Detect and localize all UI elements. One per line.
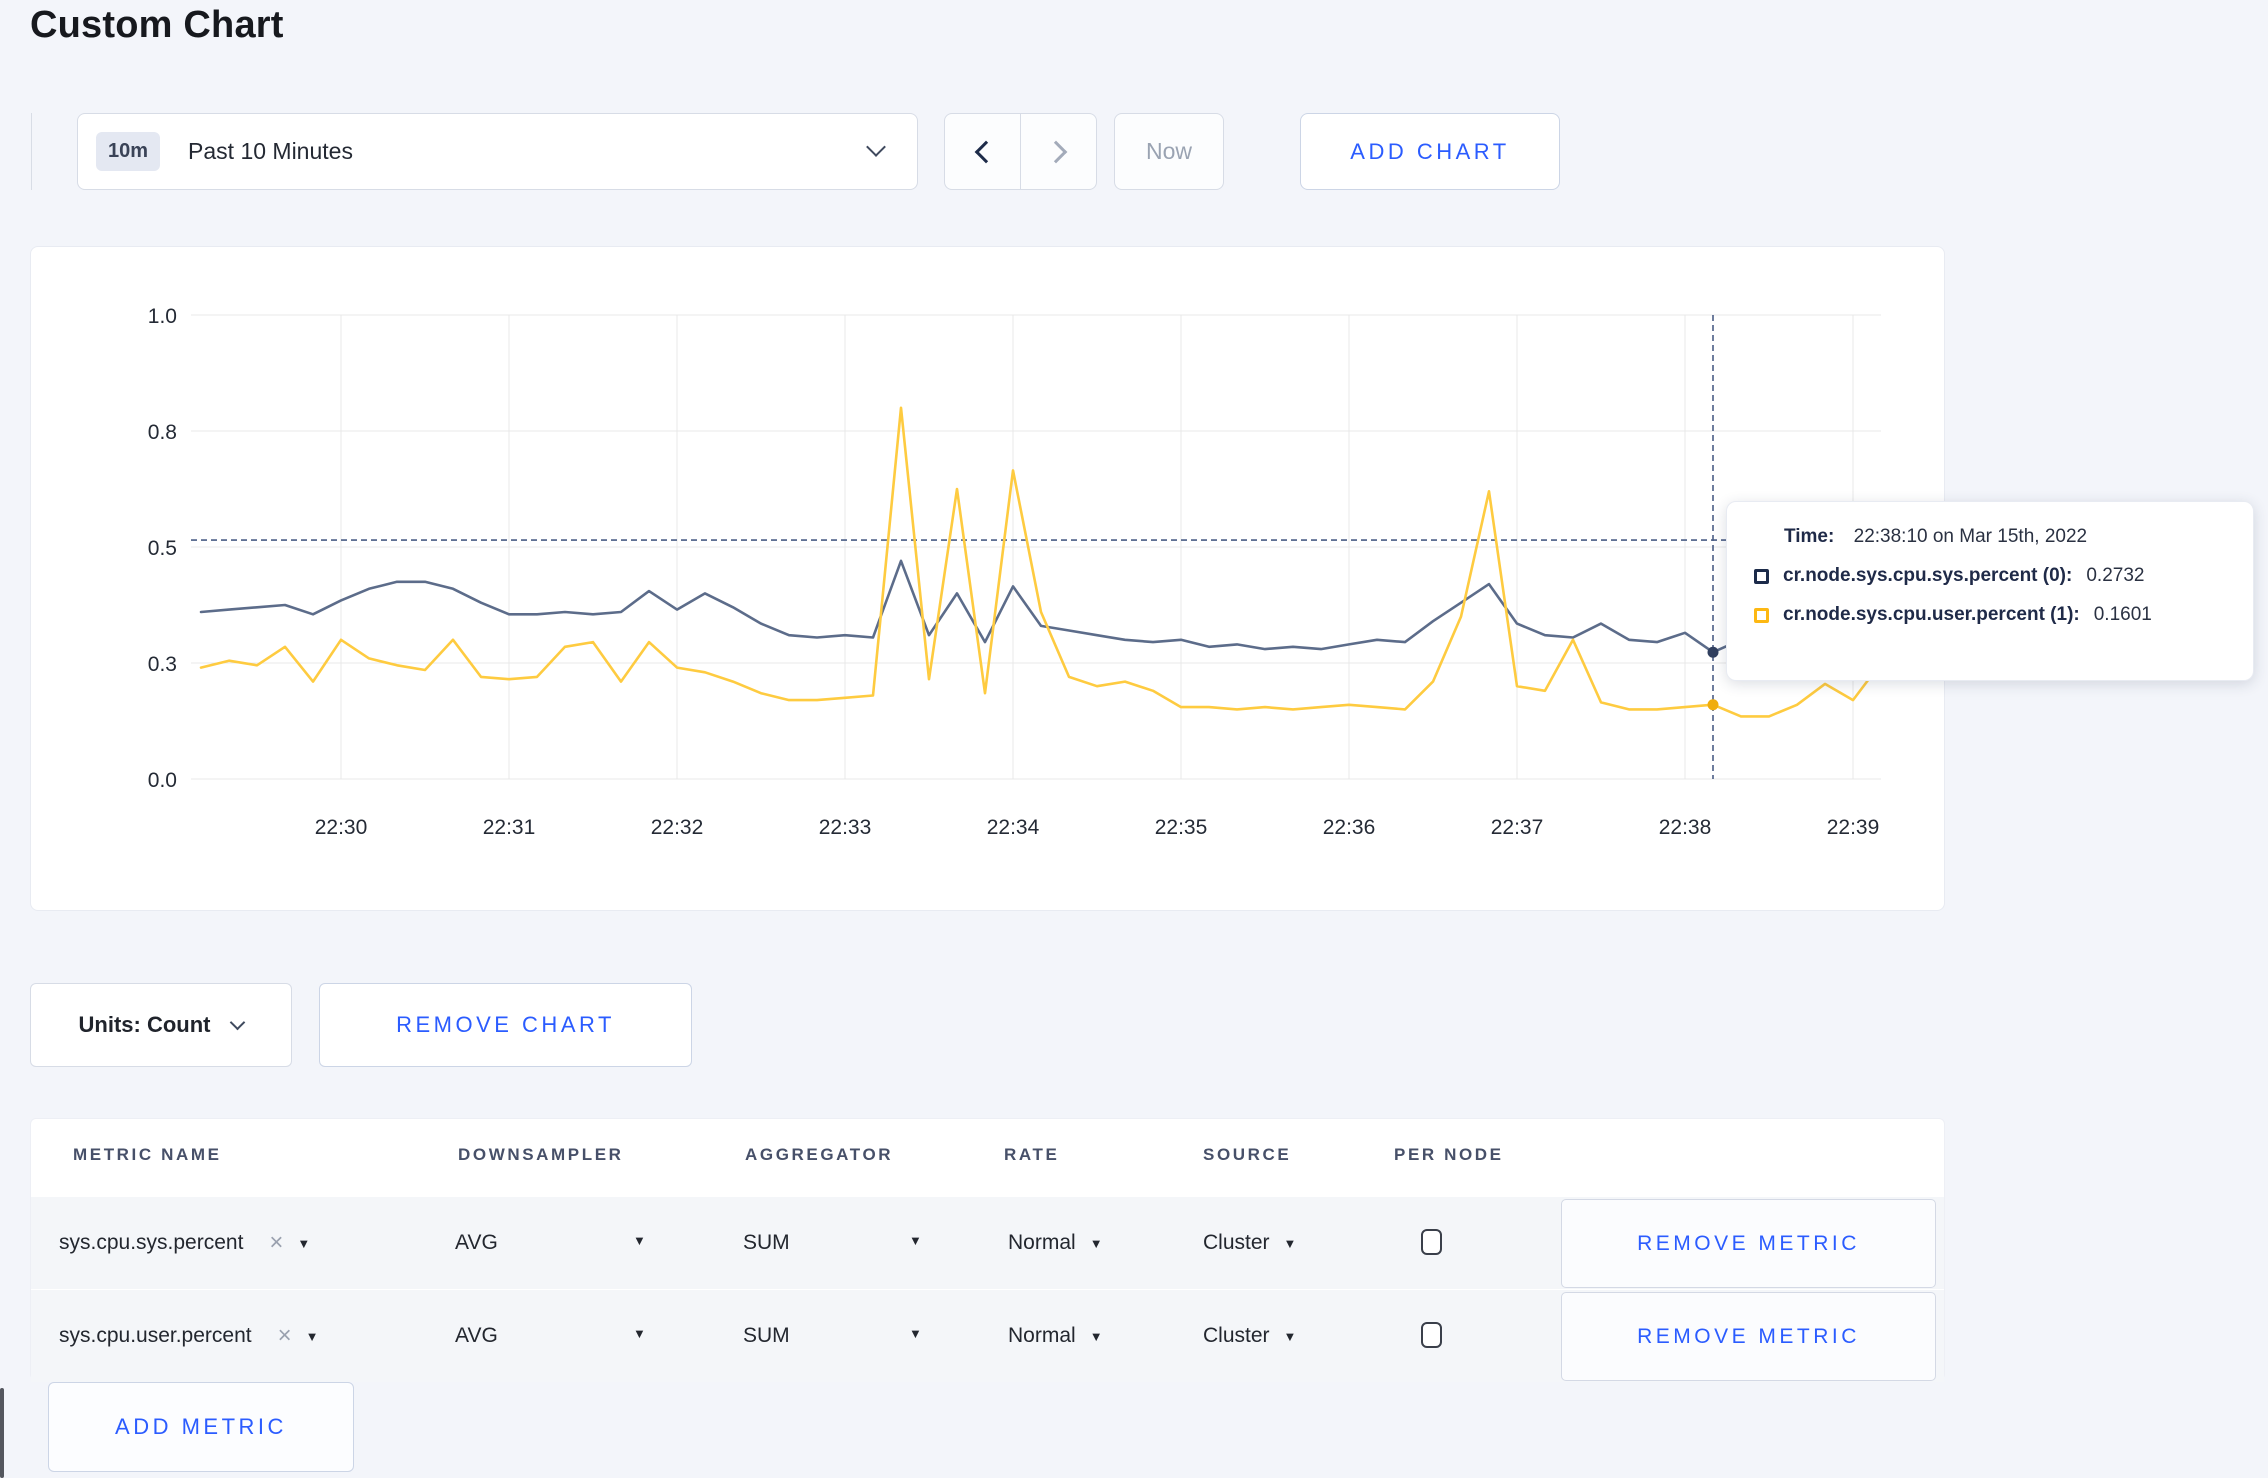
col-header-aggregator: AGGREGATOR [745,1145,894,1164]
remove-metric-button[interactable]: REMOVE METRIC [1561,1292,1936,1381]
rate-value: Normal [1008,1324,1076,1347]
rate-value: Normal [1008,1231,1076,1254]
chevron-down-icon [866,137,886,157]
series-line-cr.node.sys.cpu.user.percent [199,406,1883,718]
crosshair-dot [1707,699,1719,711]
series-user-swatch-icon [1754,607,1769,623]
units-label: Units: Count [78,1012,211,1037]
caret-down-icon[interactable]: ▼ [909,1326,922,1341]
x-tick-label: 22:34 [987,816,1040,839]
add-chart-button[interactable]: ADD CHART [1300,113,1560,190]
clear-metric-icon[interactable]: × [278,1322,292,1350]
x-tick-label: 22:36 [1323,816,1376,839]
clear-metric-icon[interactable]: × [269,1229,283,1257]
crosshair-dot [1707,646,1719,658]
chart-card: 0.0 0.3 0.5 0.8 1.0 22:30 22:31 22:32 22:33 22:34… [30,246,2254,912]
rate-dropdown[interactable]: Normal ▼ [1008,1290,1103,1382]
time-range-badge: 10m [96,132,161,171]
series-sys-swatch-icon [1754,568,1769,584]
remove-chart-button[interactable]: REMOVE CHART [319,983,692,1067]
col-header-per-node: PER NODE [1394,1145,1504,1164]
metric-row: sys.cpu.sys.percent × ▼ AVG ▼ SUM ▼ Norm… [31,1197,1944,1289]
caret-down-icon: ▼ [305,1328,319,1344]
tooltip-series-row: cr.node.sys.cpu.sys.percent (0): 0.2732 [1754,565,2253,587]
col-header-source: SOURCE [1203,1145,1292,1164]
time-range-select[interactable]: 10m Past 10 Minutes [77,113,918,190]
tooltip-series-user-label: cr.node.sys.cpu.user.percent (1): [1783,604,2080,625]
y-tick-label: 0.3 [148,653,177,676]
source-dropdown[interactable]: Cluster ▼ [1203,1290,1296,1382]
downsampler-value: AVG [455,1324,498,1347]
metric-name-dropdown[interactable]: sys.cpu.user.percent × ▼ [59,1290,319,1382]
now-button[interactable]: Now [1114,113,1224,190]
x-tick-label: 22:33 [819,816,872,839]
downsampler-value: AVG [455,1231,498,1254]
chevron-right-icon [1044,140,1067,163]
col-header-rate: RATE [1004,1145,1060,1164]
downsampler-dropdown[interactable]: AVG [455,1290,498,1382]
caret-down-icon: ▼ [1283,1328,1297,1344]
y-tick-label: 0.8 [148,421,177,444]
metrics-table-header: METRIC NAME DOWNSAMPLER AGGREGATOR RATE … [31,1119,1944,1197]
x-tick-label: 22:39 [1827,816,1880,839]
tooltip-series-sys-value: 0.2732 [2086,565,2145,586]
metric-name-value: sys.cpu.user.percent [59,1324,252,1347]
metric-row: sys.cpu.user.percent × ▼ AVG ▼ SUM ▼ Nor… [31,1290,1944,1382]
col-header-downsampler: DOWNSAMPLER [458,1145,624,1164]
units-select[interactable]: Units: Count [30,983,292,1067]
tooltip-series-row: cr.node.sys.cpu.user.percent (1): 0.1601 [1754,604,2253,626]
tooltip-time-label: Time: [1784,526,1835,547]
aggregator-dropdown[interactable]: SUM [743,1290,790,1382]
x-tick-label: 22:30 [315,816,368,839]
time-nav-group [944,113,1097,190]
caret-down-icon[interactable]: ▼ [633,1326,646,1341]
tooltip-time-value: 22:38:10 on Mar 15th, 2022 [1853,526,2088,547]
rate-dropdown[interactable]: Normal ▼ [1008,1197,1103,1289]
next-time-button[interactable] [1021,114,1096,189]
x-tick-label: 22:37 [1491,816,1544,839]
y-tick-label: 1.0 [148,305,177,328]
per-node-checkbox[interactable] [1421,1322,1442,1348]
metric-name-value: sys.cpu.sys.percent [59,1231,244,1254]
tooltip-series-sys-label: cr.node.sys.cpu.sys.percent (0): [1783,565,2073,586]
time-range-label: Past 10 Minutes [188,138,353,164]
col-header-metric-name: METRIC NAME [73,1145,222,1164]
caret-down-icon: ▼ [1089,1328,1103,1344]
chart-tooltip: Time: 22:38:10 on Mar 15th, 2022 cr.node… [1726,501,2254,681]
prev-time-button[interactable] [945,114,1021,189]
page-title: Custom Chart [30,4,284,46]
x-tick-label: 22:35 [1155,816,1208,839]
add-metric-button[interactable]: ADD METRIC [48,1382,354,1472]
per-node-checkbox[interactable] [1421,1229,1442,1255]
aggregator-value: SUM [743,1324,790,1347]
x-tick-label: 22:38 [1659,816,1712,839]
caret-down-icon[interactable]: ▼ [633,1233,646,1248]
source-dropdown[interactable]: Cluster ▼ [1203,1197,1296,1289]
source-value: Cluster [1203,1231,1270,1254]
x-tick-label: 22:32 [651,816,704,839]
y-tick-label: 0.5 [148,537,177,560]
caret-down-icon: ▼ [1089,1235,1103,1251]
caret-down-icon: ▼ [297,1235,311,1251]
chevron-left-icon [974,140,997,163]
aggregator-value: SUM [743,1231,790,1254]
caret-down-icon[interactable]: ▼ [909,1233,922,1248]
metric-name-dropdown[interactable]: sys.cpu.sys.percent × ▼ [59,1197,310,1289]
downsampler-dropdown[interactable]: AVG [455,1197,498,1289]
metrics-table: METRIC NAME DOWNSAMPLER AGGREGATOR RATE … [30,1118,1945,1382]
source-value: Cluster [1203,1324,1270,1347]
tooltip-series-user-value: 0.1601 [2093,604,2152,625]
toolbar-divider [31,113,32,190]
screen-edge-artifact [0,1388,4,1478]
y-tick-label: 0.0 [148,769,177,792]
chevron-down-icon [230,1014,246,1030]
line-chart[interactable]: 0.0 0.3 0.5 0.8 1.0 22:30 22:31 22:32 22:33 22:34… [31,247,1946,912]
x-tick-label: 22:31 [483,816,536,839]
caret-down-icon: ▼ [1283,1235,1297,1251]
remove-metric-button[interactable]: REMOVE METRIC [1561,1199,1936,1288]
aggregator-dropdown[interactable]: SUM [743,1197,790,1289]
tooltip-time-row: Time: 22:38:10 on Mar 15th, 2022 [1784,526,2253,548]
